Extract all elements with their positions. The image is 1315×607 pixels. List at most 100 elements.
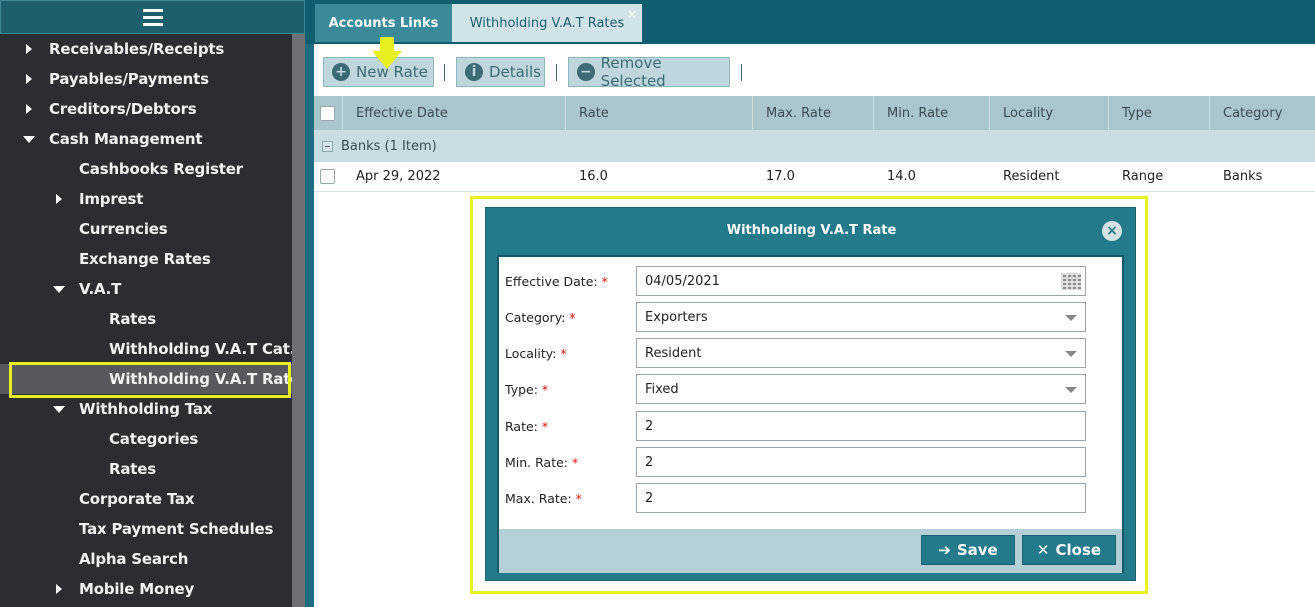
chevron-down-icon bbox=[1065, 387, 1077, 393]
cell-locality: Resident bbox=[1003, 169, 1060, 184]
sidebar-item-corporate-tax[interactable]: Corporate Tax bbox=[0, 484, 292, 514]
plus-circle-icon: + bbox=[332, 63, 350, 81]
cell-effective-date: Apr 29, 2022 bbox=[356, 169, 441, 184]
close-button[interactable]: ✕ Close bbox=[1022, 535, 1116, 565]
group-row-banks[interactable]: Banks (1 Item) bbox=[314, 130, 1315, 162]
max-rate-field[interactable]: 2 bbox=[636, 483, 1086, 513]
dialog-title: Withholding V.A.T Rate bbox=[726, 222, 897, 238]
expand-arrow-icon bbox=[26, 44, 32, 54]
toolbar-separator bbox=[741, 64, 742, 81]
dialog-footer: ➔ Save ✕ Close bbox=[499, 529, 1122, 573]
sidebar-item-alpha-search[interactable]: Alpha Search bbox=[0, 544, 292, 574]
type-label: Type: * bbox=[505, 382, 549, 397]
sidebar-item-mobile-money[interactable]: Mobile Money bbox=[0, 574, 292, 604]
info-icon: i bbox=[465, 63, 483, 81]
category-label: Category: * bbox=[505, 310, 576, 325]
toolbar: + New Rate i Details − Remove Selected bbox=[314, 37, 1315, 96]
expand-arrow-icon bbox=[56, 584, 62, 594]
column-type[interactable]: Type bbox=[1109, 96, 1210, 130]
min-rate-row: Min. Rate: * 2 bbox=[499, 447, 1122, 477]
sign-in-icon: ➔ bbox=[938, 541, 951, 559]
sidebar-item-imprest[interactable]: Imprest bbox=[0, 184, 292, 214]
sidebar-item-vat[interactable]: V.A.T bbox=[0, 274, 292, 304]
sidebar-nav: Receivables/Receipts Payables/Payments C… bbox=[0, 34, 309, 604]
column-min-rate[interactable]: Min. Rate bbox=[874, 96, 990, 130]
row-checkbox[interactable] bbox=[320, 169, 335, 184]
details-button[interactable]: i Details bbox=[456, 57, 545, 87]
expand-arrow-icon bbox=[26, 104, 32, 114]
min-rate-label: Min. Rate: * bbox=[505, 455, 579, 470]
sidebar-item-exchange-rates[interactable]: Exchange Rates bbox=[0, 244, 292, 274]
arrow-pointer-icon bbox=[372, 37, 402, 69]
min-rate-field[interactable]: 2 bbox=[636, 447, 1086, 477]
grid-header: Effective Date Rate Max. Rate Min. Rate … bbox=[314, 96, 1315, 130]
sidebar-item-wht-rates[interactable]: Rates bbox=[0, 454, 292, 484]
cell-type: Range bbox=[1122, 169, 1164, 184]
sidebar-header bbox=[0, 0, 305, 34]
sidebar-item-creditors[interactable]: Creditors/Debtors bbox=[0, 94, 292, 124]
max-rate-label: Max. Rate: * bbox=[505, 491, 582, 506]
sidebar-item-payables[interactable]: Payables/Payments bbox=[0, 64, 292, 94]
row-select-cell bbox=[314, 162, 343, 192]
cell-min-rate: 14.0 bbox=[887, 169, 916, 184]
sidebar-item-receivables[interactable]: Receivables/Receipts bbox=[0, 34, 292, 64]
select-all-cell bbox=[314, 96, 343, 130]
select-all-checkbox[interactable] bbox=[320, 105, 335, 121]
collapse-arrow-icon bbox=[53, 286, 65, 293]
column-locality[interactable]: Locality bbox=[990, 96, 1109, 130]
minus-circle-icon: − bbox=[577, 63, 595, 81]
cell-max-rate: 17.0 bbox=[766, 169, 795, 184]
effective-date-field[interactable]: 04/05/2021 bbox=[636, 266, 1086, 296]
hamburger-menu-icon[interactable] bbox=[142, 8, 163, 26]
locality-row: Locality: * Resident bbox=[499, 338, 1122, 368]
column-category[interactable]: Category bbox=[1210, 96, 1315, 130]
type-select[interactable]: Fixed bbox=[636, 374, 1086, 404]
cell-rate: 16.0 bbox=[579, 169, 608, 184]
dialog-body: Effective Date: * 04/05/2021 Category: *… bbox=[497, 255, 1124, 573]
withholding-vat-rate-dialog: Withholding V.A.T Rate × Effective Date:… bbox=[485, 207, 1136, 581]
tab-close-icon[interactable]: × bbox=[627, 7, 637, 21]
tab-withholding-vat-rates[interactable]: Withholding V.A.T Rates × bbox=[452, 4, 642, 42]
rate-row: Rate: * 2 bbox=[499, 411, 1122, 441]
sidebar-item-withholding-vat-categories[interactable]: Withholding V.A.T Cat... bbox=[0, 334, 306, 364]
chevron-down-icon bbox=[1065, 315, 1077, 321]
rate-label: Rate: * bbox=[505, 419, 549, 434]
category-row: Category: * Exporters bbox=[499, 302, 1122, 332]
expand-arrow-icon bbox=[26, 74, 32, 84]
rate-field[interactable]: 2 bbox=[636, 411, 1086, 441]
column-rate[interactable]: Rate bbox=[566, 96, 753, 130]
collapse-group-icon[interactable] bbox=[322, 140, 333, 152]
effective-date-label: Effective Date: * bbox=[505, 274, 608, 289]
effective-date-row: Effective Date: * 04/05/2021 bbox=[499, 266, 1122, 296]
collapse-arrow-icon bbox=[53, 406, 65, 413]
expand-arrow-icon bbox=[56, 194, 62, 204]
sidebar-item-cash-management[interactable]: Cash Management bbox=[0, 124, 292, 154]
type-row: Type: * Fixed bbox=[499, 374, 1122, 404]
remove-selected-button[interactable]: − Remove Selected bbox=[568, 54, 730, 90]
column-effective-date[interactable]: Effective Date bbox=[343, 96, 566, 130]
sidebar-item-withholding-tax[interactable]: Withholding Tax bbox=[0, 394, 292, 424]
sidebar-item-wht-categories[interactable]: Categories bbox=[0, 424, 292, 454]
column-max-rate[interactable]: Max. Rate bbox=[753, 96, 874, 130]
locality-select[interactable]: Resident bbox=[636, 338, 1086, 368]
save-button[interactable]: ➔ Save bbox=[921, 535, 1015, 565]
toolbar-separator bbox=[444, 64, 445, 81]
sidebar: Receivables/Receipts Payables/Payments C… bbox=[0, 0, 309, 607]
sidebar-item-withholding-vat-rates[interactable]: Withholding V.A.T Rates bbox=[0, 364, 309, 394]
calendar-icon[interactable] bbox=[1061, 273, 1081, 290]
category-select[interactable]: Exporters bbox=[636, 302, 1086, 332]
cell-category: Banks bbox=[1223, 169, 1263, 184]
chevron-down-icon bbox=[1065, 351, 1077, 357]
table-row[interactable]: Apr 29, 2022 16.0 17.0 14.0 Resident Ran… bbox=[314, 162, 1315, 192]
sidebar-item-currencies[interactable]: Currencies bbox=[0, 214, 292, 244]
sidebar-item-tax-payment-schedules[interactable]: Tax Payment Schedules bbox=[0, 514, 292, 544]
sidebar-item-vat-rates[interactable]: Rates bbox=[0, 304, 292, 334]
close-icon: ✕ bbox=[1036, 541, 1050, 559]
tab-bar: Accounts Links Withholding V.A.T Rates × bbox=[305, 0, 1315, 44]
locality-label: Locality: * bbox=[505, 346, 567, 361]
max-rate-row: Max. Rate: * 2 bbox=[499, 483, 1122, 513]
sidebar-scroll-rail[interactable] bbox=[292, 34, 305, 607]
collapse-arrow-icon bbox=[23, 136, 35, 143]
dialog-close-icon[interactable]: × bbox=[1102, 221, 1122, 241]
sidebar-item-cashbooks-register[interactable]: Cashbooks Register bbox=[0, 154, 292, 184]
